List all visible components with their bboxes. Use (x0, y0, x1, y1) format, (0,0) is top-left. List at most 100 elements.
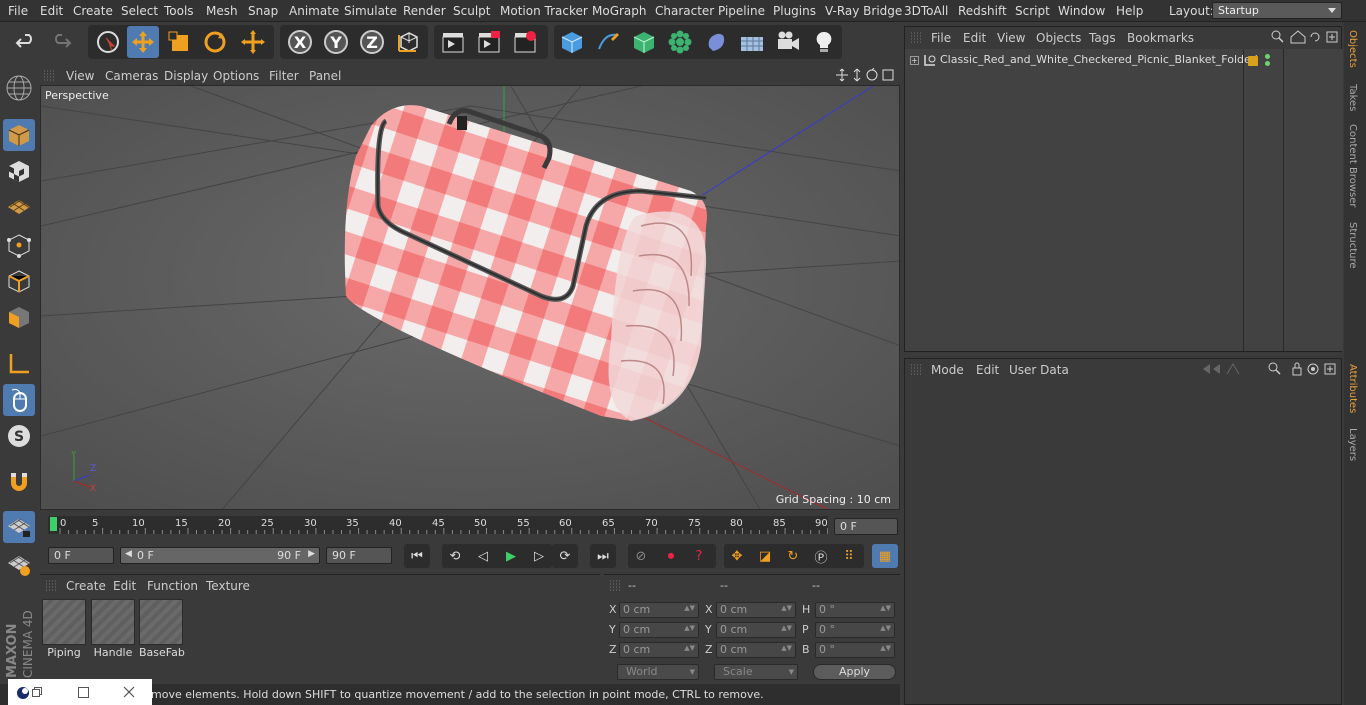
manager-nav-icons[interactable] (1271, 30, 1341, 44)
objects-menu-objects[interactable]: Objects (1036, 31, 1081, 45)
size-x-field[interactable]: 0 cm ▲▼ (716, 602, 796, 618)
menu-edit[interactable]: Edit (40, 4, 63, 18)
tab-objects[interactable]: Objects (1347, 30, 1358, 68)
next-frame-button[interactable]: ▷ (526, 544, 552, 568)
menu-animate[interactable]: Animate (289, 4, 339, 18)
record-keys-button[interactable]: ⊘ (628, 544, 654, 568)
key-parameter-button[interactable]: Ⓟ (808, 544, 834, 568)
go-to-start-button[interactable]: ⏮ (404, 544, 430, 568)
model-mode-button[interactable] (3, 119, 35, 151)
previous-keyframe-button[interactable]: ⟲ (442, 544, 468, 568)
object-row[interactable]: + Classic_Red_and_White_Checkered_Picnic… (910, 53, 1258, 66)
previous-frame-button[interactable]: ◁ (470, 544, 496, 568)
menu-motion-tracker[interactable]: Motion Tracker (500, 4, 588, 18)
z-axis-button[interactable]: Z (356, 26, 388, 58)
workplane-mode-button[interactable] (3, 191, 35, 223)
size-y-field[interactable]: 0 cm ▲▼ (716, 622, 796, 638)
menu-window[interactable]: Window (1058, 4, 1105, 18)
start-frame-field[interactable]: 0 F (48, 547, 114, 564)
add-cloner-button[interactable] (664, 26, 696, 58)
menu-vray-bridge[interactable]: V-Ray Bridge (825, 4, 902, 18)
menu-pipeline[interactable]: Pipeline (718, 4, 765, 18)
render-view-button[interactable] (437, 26, 469, 58)
attributes-menu-edit[interactable]: Edit (976, 363, 999, 377)
restore-icon[interactable] (32, 687, 42, 697)
menu-sculpt[interactable]: Sculpt (453, 4, 490, 18)
transform-tool-button[interactable] (237, 26, 269, 58)
tab-takes[interactable]: Takes (1347, 84, 1358, 111)
material-swatch[interactable]: Handle (91, 599, 135, 659)
y-axis-button[interactable]: Y (320, 26, 352, 58)
object-name[interactable]: Classic_Red_and_White_Checkered_Picnic_B… (940, 53, 1258, 66)
menu-select[interactable]: Select (121, 4, 158, 18)
menu-tools[interactable]: Tools (164, 4, 194, 18)
objects-menu-file[interactable]: File (931, 31, 951, 45)
viewport-nav-icons[interactable] (835, 68, 897, 83)
menu-script[interactable]: Script (1015, 4, 1050, 18)
material-menu-texture[interactable]: Texture (206, 579, 250, 593)
timeline-window-button[interactable]: ▦ (872, 544, 898, 568)
render-settings-button[interactable] (509, 26, 541, 58)
undo-button[interactable] (10, 26, 42, 58)
x-axis-button[interactable]: X (284, 26, 316, 58)
viewport-menu-panel[interactable]: Panel (309, 69, 341, 83)
play-button[interactable]: ▶ (498, 544, 524, 568)
enable-axis-button[interactable] (3, 348, 35, 380)
keyframe-selection-button[interactable]: ? (686, 544, 712, 568)
tab-structure[interactable]: Structure (1347, 222, 1358, 269)
expand-icon[interactable]: + (910, 55, 919, 65)
attribute-nav-icons[interactable] (1201, 362, 1341, 376)
tweak-mode-button[interactable] (3, 384, 35, 416)
visibility-editor-dot[interactable] (1265, 54, 1270, 59)
menu-mograph[interactable]: MoGraph (592, 4, 647, 18)
menu-snap[interactable]: Snap (248, 4, 278, 18)
material-menu-function[interactable]: Function (147, 579, 198, 593)
perspective-viewport[interactable]: Perspective Y Z X Grid Spacing : 10 cm (40, 85, 900, 510)
material-menu-create[interactable]: Create (66, 579, 106, 593)
viewport-menu-view[interactable]: View (66, 69, 94, 83)
viewport-menu-display[interactable]: Display (164, 69, 208, 83)
menu-file[interactable]: File (8, 4, 28, 18)
key-pla-button[interactable]: ⠿ (836, 544, 862, 568)
next-keyframe-button[interactable]: ⟳ (552, 544, 578, 568)
menu-create[interactable]: Create (73, 4, 113, 18)
menu-3dtoall[interactable]: 3DToAll (904, 4, 948, 18)
key-scale-button[interactable]: ◪ (752, 544, 778, 568)
move-tool-button[interactable] (127, 26, 159, 58)
go-to-end-button[interactable]: ⏭ (590, 544, 616, 568)
visibility-render-dot[interactable] (1265, 61, 1270, 66)
object-list[interactable]: + Classic_Red_and_White_Checkered_Picnic… (905, 49, 1343, 351)
menu-redshift[interactable]: Redshift (958, 4, 1007, 18)
timeline-ruler[interactable]: 0 5 10 15 20 25 30 35 40 45 50 55 60 65 … (48, 516, 828, 534)
tab-layers[interactable]: Layers (1347, 428, 1358, 461)
position-z-field[interactable]: 0 cm ▲▼ (619, 642, 699, 658)
live-selection-button[interactable] (92, 26, 124, 58)
snap-button[interactable] (3, 466, 35, 498)
key-position-button[interactable]: ✥ (724, 544, 750, 568)
tab-content-browser[interactable]: Content Browser (1347, 124, 1358, 207)
attributes-menu-mode[interactable]: Mode (931, 363, 964, 377)
tab-attributes[interactable]: Attributes (1347, 364, 1358, 413)
layer-color-swatch[interactable] (1248, 56, 1258, 66)
rotation-p-field[interactable]: 0 ° ▲▼ (815, 622, 895, 638)
make-editable-button[interactable] (3, 72, 35, 104)
menu-simulate[interactable]: Simulate (344, 4, 397, 18)
autokey-button[interactable]: ⏺ (658, 544, 684, 568)
size-mode-select[interactable]: Scale ▼ (714, 664, 798, 680)
position-y-field[interactable]: 0 cm ▲▼ (619, 622, 699, 638)
redo-button[interactable] (45, 26, 77, 58)
key-rotation-button[interactable]: ↻ (780, 544, 806, 568)
points-mode-button[interactable] (3, 229, 35, 261)
add-cube-button[interactable] (556, 26, 588, 58)
objects-menu-bookmarks[interactable]: Bookmarks (1127, 31, 1194, 45)
add-light-button[interactable] (808, 26, 840, 58)
menu-help[interactable]: Help (1116, 4, 1143, 18)
workplane-snap-button[interactable] (3, 548, 35, 580)
add-camera-button[interactable] (772, 26, 804, 58)
apply-button[interactable]: Apply (813, 664, 896, 680)
render-picture-viewer-button[interactable] (473, 26, 505, 58)
maximize-icon[interactable] (78, 687, 89, 698)
viewport-menu-options[interactable]: Options (213, 69, 259, 83)
objects-menu-tags[interactable]: Tags (1089, 31, 1116, 45)
coordinate-system-button[interactable] (393, 26, 425, 58)
